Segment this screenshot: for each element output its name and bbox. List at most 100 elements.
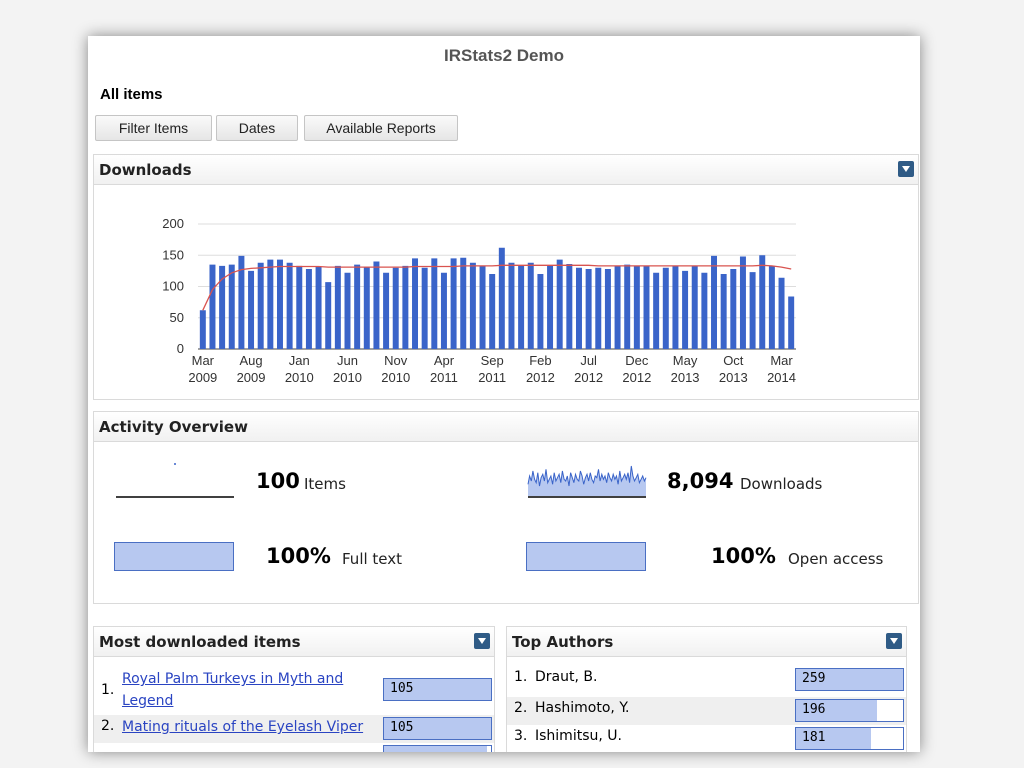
chart-bar [248, 270, 255, 349]
chart-bar [325, 282, 332, 349]
y-tick-label: 150 [162, 247, 184, 262]
chart-bar [691, 266, 698, 349]
most-downloaded-header: Most downloaded items [94, 627, 494, 657]
items-count: 100 [256, 469, 300, 493]
x-tick-label: 2011 [478, 370, 506, 385]
chart-bar [412, 258, 419, 349]
openaccess-box [526, 542, 646, 571]
chart-bar [498, 247, 505, 349]
chevron-down-icon [890, 638, 898, 644]
chart-bar [759, 255, 766, 349]
x-tick-label: 2009 [237, 370, 266, 385]
chart-bar [537, 274, 544, 349]
chart-bar [682, 270, 689, 349]
author-name: Ishimitsu, U. [535, 728, 622, 744]
chart-bar [209, 264, 216, 349]
chart-bar [421, 267, 428, 349]
count-value: 105 [390, 720, 414, 735]
chart-bar [392, 267, 399, 349]
count-value: 196 [802, 702, 826, 717]
downloads-collapse-button[interactable] [898, 161, 914, 177]
top-authors-collapse-button[interactable] [886, 633, 902, 649]
available-reports-button[interactable]: Available Reports [304, 115, 458, 141]
count-bar [383, 745, 492, 752]
chart-bar [305, 269, 312, 349]
chart-bar [749, 272, 756, 349]
author-name: Hashimoto, Y. [535, 700, 630, 716]
chart-bar [585, 269, 592, 349]
author-rank: 2. [514, 700, 528, 716]
count-fill [384, 746, 487, 752]
downloads-count: 8,094 [667, 469, 734, 493]
item-rank: 1. [101, 682, 115, 698]
downloads-panel: Downloads 0 50 100 150 200 Mar 2009 Aug 2009 Jan 2… [93, 154, 919, 400]
x-tick-label: 2012 [574, 370, 603, 385]
downloads-label: Downloads [740, 475, 823, 493]
fulltext-box [114, 542, 234, 571]
x-tick-label: Jun [337, 353, 358, 368]
x-tick-label: 2014 [767, 370, 796, 385]
chart-bar [768, 265, 775, 349]
x-tick-label: 2013 [671, 370, 700, 385]
chart-bar [469, 262, 476, 349]
chart-bar [489, 274, 496, 349]
chart-bar [662, 267, 669, 349]
x-tick-label: Dec [625, 353, 649, 368]
x-tick-label: Mar [770, 353, 793, 368]
x-tick-label: Nov [384, 353, 408, 368]
count-bar: 181 [795, 727, 904, 750]
item-title-link[interactable]: Royal Palm Turkeys in Myth and [122, 669, 343, 690]
chevron-down-icon [902, 166, 910, 172]
downloads-sparkline [527, 465, 647, 498]
activity-panel-title: Activity Overview [99, 418, 248, 436]
author-rank: 3. [514, 728, 528, 744]
most-downloaded-collapse-button[interactable] [474, 633, 490, 649]
count-bar: 196 [795, 699, 904, 722]
chart-bar [701, 272, 708, 349]
chart-bar [344, 272, 351, 349]
page-container: IRStats2 Demo All items Filter Items Dat… [88, 36, 920, 752]
chart-bar [296, 265, 303, 349]
chart-bar [711, 255, 718, 349]
x-tick-label: Sep [481, 353, 504, 368]
item-rank: 2. [101, 718, 115, 734]
x-tick-label: Jan [289, 353, 310, 368]
dates-button[interactable]: Dates [216, 115, 298, 141]
x-tick-label: 2010 [381, 370, 410, 385]
x-tick-label: Apr [434, 353, 455, 368]
items-label: Items [304, 475, 346, 493]
author-rank: 1. [514, 669, 528, 685]
downloads-chart: 0 50 100 150 200 Mar 2009 Aug 2009 Jan 2010 Jun 2010… [162, 216, 796, 385]
chart-bar [315, 266, 322, 349]
x-tick-label: 2009 [188, 370, 217, 385]
list-item: 1. Royal Palm Turkeys in Myth and Legend… [94, 669, 494, 715]
x-tick-label: Jul [580, 353, 597, 368]
y-tick-label: 50 [170, 310, 184, 325]
app-title: IRStats2 Demo [444, 46, 564, 65]
author-name: Draut, B. [535, 669, 598, 685]
x-tick-label: 2010 [285, 370, 314, 385]
chart-bar [508, 262, 515, 349]
y-tick-label: 0 [177, 341, 184, 356]
item-title-link[interactable]: Legend [122, 691, 173, 712]
items-sparkline [116, 463, 234, 498]
activity-panel-header: Activity Overview [94, 412, 918, 442]
count-value: 259 [802, 671, 826, 686]
chart-bar [286, 262, 293, 349]
downloads-panel-title: Downloads [99, 161, 192, 179]
filter-items-button[interactable]: Filter Items [95, 115, 212, 141]
chart-bar [383, 272, 390, 349]
chart-bar [739, 256, 746, 349]
list-item: 2. Mating rituals of the Eyelash Viper 1… [94, 715, 494, 743]
x-tick-label: Aug [239, 353, 262, 368]
chart-bar [257, 262, 264, 349]
chart-bar [653, 272, 660, 349]
openaccess-percent: 100% [711, 544, 776, 568]
chart-bar [643, 265, 650, 349]
count-bar: 105 [383, 717, 492, 740]
most-downloaded-title: Most downloaded items [99, 633, 301, 651]
chart-bar [778, 277, 785, 349]
count-value: 105 [390, 681, 414, 696]
chart-bar [228, 264, 235, 349]
item-title-link[interactable]: Mating rituals of the Eyelash Viper [122, 717, 363, 738]
